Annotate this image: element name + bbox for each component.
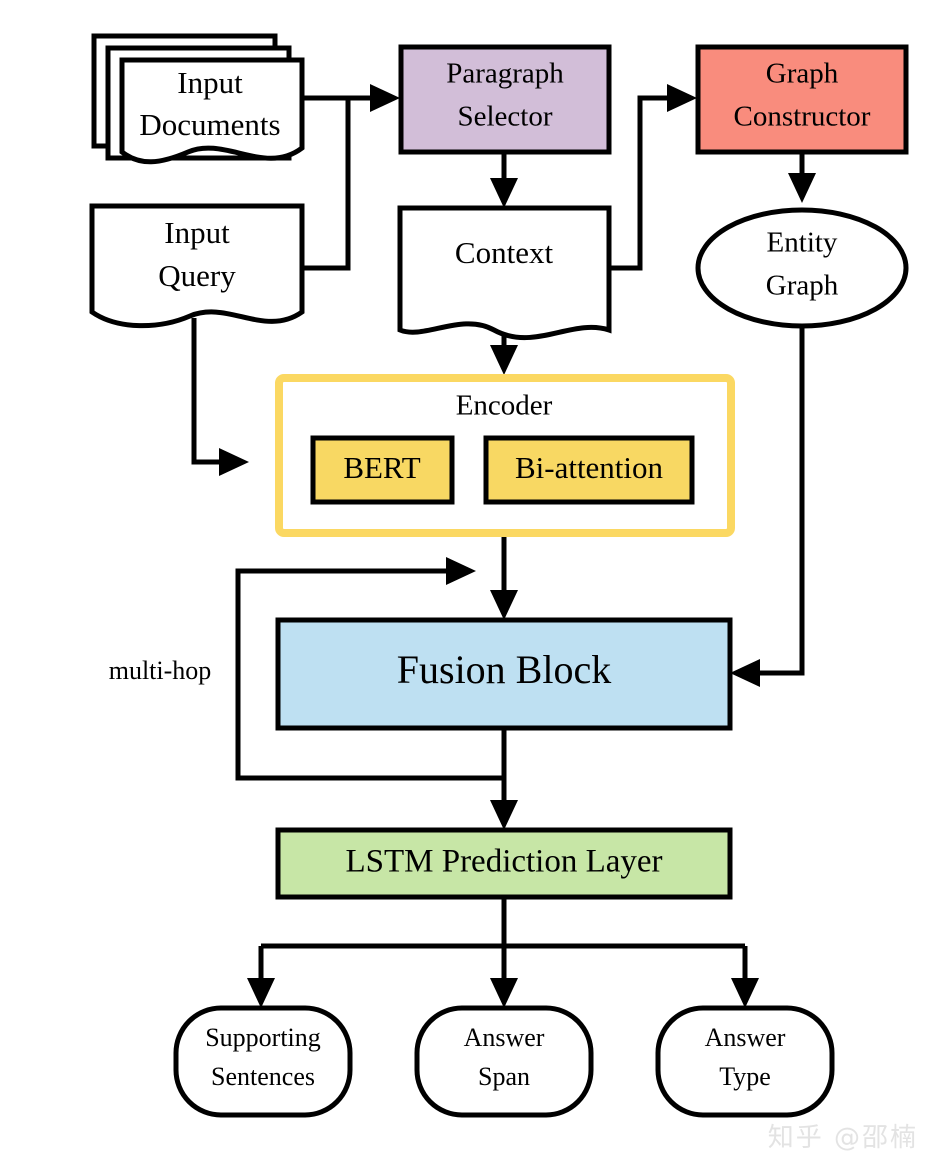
diagram-canvas: Input Documents Input Query Paragraph Se… — [0, 0, 934, 1164]
node-bert[interactable]: BERT — [310, 435, 455, 505]
watermark: 知乎 @邵楠 — [767, 1123, 918, 1153]
edge-input-query-to-paragraph-selector — [302, 98, 351, 271]
answer-type-label-line1: Answer — [705, 1023, 786, 1052]
answer-span-label-line1: Answer — [464, 1023, 545, 1052]
graph-constructor-label-line1: Graph — [766, 58, 839, 90]
entity-graph-label-line2: Graph — [766, 270, 839, 302]
node-paragraph-selector[interactable]: Paragraph Selector — [398, 44, 612, 155]
encoder-label: Encoder — [456, 390, 553, 422]
paragraph-selector-label-line1: Paragraph — [446, 58, 564, 90]
arrowhead-encoder-to-fusion — [490, 590, 518, 620]
architecture-diagram: Input Documents Input Query Paragraph Se… — [89, 33, 909, 1118]
arrowhead-context-to-encoder — [490, 345, 518, 375]
multi-hop-edge-label: multi-hop — [109, 656, 212, 685]
edge-lstm-output-bus — [258, 897, 748, 985]
node-entity-graph[interactable]: Entity Graph — [695, 207, 909, 329]
arrowhead-query-to-encoder — [219, 448, 249, 476]
input-query-label-line2: Query — [158, 258, 236, 293]
entity-graph-label-line1: Entity — [767, 227, 838, 259]
node-graph-constructor[interactable]: Graph Constructor — [695, 44, 909, 155]
node-answer-type[interactable]: Answer Type — [655, 1005, 835, 1118]
arrowhead-constructor-to-entity-graph — [788, 173, 816, 203]
arrowhead-entity-graph-to-fusion — [730, 659, 760, 687]
context-label: Context — [455, 235, 554, 270]
arrowhead-lstm-to-answer-type — [731, 978, 759, 1008]
bi-attention-label: Bi-attention — [515, 450, 664, 485]
node-supporting-sentences[interactable]: Supporting Sentences — [173, 1005, 353, 1118]
edge-input-query-to-encoder — [191, 318, 227, 465]
arrowhead-fusion-to-lstm — [490, 800, 518, 830]
arrowhead-selector-to-context — [490, 178, 518, 208]
paragraph-selector-label-line2: Selector — [457, 101, 552, 133]
node-input-documents[interactable]: Input Documents — [91, 33, 305, 165]
edge-context-to-graph-constructor — [609, 95, 678, 271]
node-answer-span[interactable]: Answer Span — [414, 1005, 594, 1118]
answer-span-label-line2: Span — [478, 1062, 530, 1091]
supporting-sentences-label-line1: Supporting — [205, 1023, 321, 1052]
bert-label: BERT — [343, 450, 420, 485]
edge-entity-graph-to-fusion-block — [752, 318, 805, 676]
input-query-label-line1: Input — [164, 215, 230, 250]
answer-type-label-line2: Type — [719, 1062, 771, 1091]
arrowhead-multi-hop-loop — [446, 557, 476, 585]
fusion-block-label: Fusion Block — [397, 647, 611, 692]
node-context[interactable]: Context — [397, 205, 612, 341]
arrowhead-documents-to-selector — [370, 84, 400, 112]
arrowhead-context-to-graph-constructor — [667, 84, 697, 112]
node-input-query[interactable]: Input Query — [89, 203, 305, 329]
input-documents-label-line2: Documents — [139, 107, 280, 142]
arrowhead-lstm-to-supporting-sentences — [247, 978, 275, 1008]
node-bi-attention[interactable]: Bi-attention — [483, 435, 695, 505]
node-encoder[interactable]: Encoder BERT Bi-attention — [275, 374, 735, 537]
lstm-prediction-layer-label: LSTM Prediction Layer — [345, 844, 662, 880]
node-lstm-prediction-layer[interactable]: LSTM Prediction Layer — [275, 827, 733, 900]
context-shape — [397, 205, 612, 341]
graph-constructor-label-line2: Constructor — [734, 101, 871, 133]
node-fusion-block[interactable]: Fusion Block — [275, 617, 733, 731]
arrowhead-lstm-to-answer-span — [490, 978, 518, 1008]
supporting-sentences-label-line2: Sentences — [211, 1062, 315, 1091]
input-documents-label-line1: Input — [177, 65, 243, 100]
